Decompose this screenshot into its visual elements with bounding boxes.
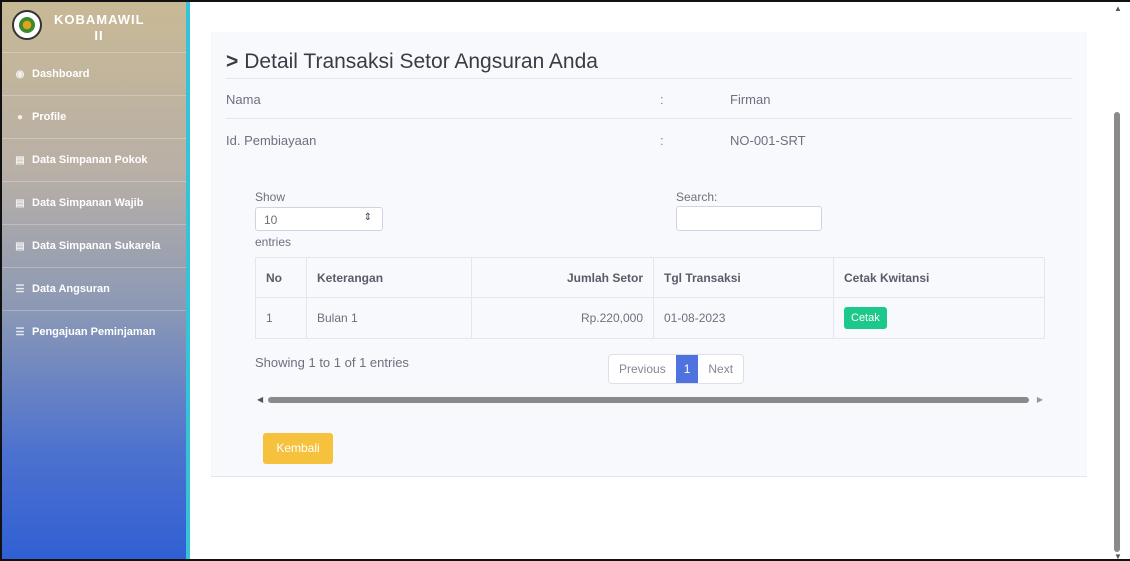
transactions-table: No Keterangan Jumlah Setor Tgl Transaksi… [255, 257, 1045, 339]
previous-page-button[interactable]: Previous [609, 355, 676, 383]
main-content: > Detail Transaksi Setor Angsuran Anda Na… [194, 2, 1108, 559]
scroll-left-icon[interactable]: ◀ [257, 395, 263, 404]
sidebar-item-angsuran[interactable]: ☰ Data Angsuran [2, 267, 186, 310]
sidebar-item-dashboard[interactable]: ◉ Dashboard [2, 52, 186, 95]
cell-jumlah-setor: Rp.220,000 [471, 297, 654, 339]
sidebar-item-simpanan-sukarela[interactable]: ▤ Data Simpanan Sukarela [2, 224, 186, 267]
vertical-scrollbar[interactable]: ▲ ▼ [1108, 2, 1130, 559]
detail-card: > Detail Transaksi Setor Angsuran Anda Na… [211, 32, 1087, 477]
show-label: Show [255, 190, 286, 204]
divider [226, 118, 1072, 119]
chevron-right-icon: > [226, 50, 239, 73]
column-header-no[interactable]: No [255, 257, 307, 298]
page-title-text: Detail Transaksi Setor Angsuran Anda [244, 50, 598, 73]
search-label: Search: [676, 190, 718, 204]
document-icon: ▤ [15, 154, 25, 166]
table-row: 1 Bulan 1 Rp.220,000 01-08-2023 Cetak [255, 297, 1045, 339]
sidebar-item-simpanan-wajib[interactable]: ▤ Data Simpanan Wajib [2, 181, 186, 224]
user-icon: ● [16, 111, 24, 123]
page-1-button[interactable]: 1 [675, 355, 699, 383]
brand[interactable]: KOBAMAWIL II [2, 2, 186, 52]
column-header-tgl-transaksi[interactable]: Tgl Transaksi [653, 257, 834, 298]
select-arrows-icon: ⇕ [363, 212, 372, 223]
cell-no: 1 [255, 297, 307, 339]
kembali-button[interactable]: Kembali [263, 433, 333, 464]
sidebar-item-label: Profile [32, 111, 67, 123]
app-window: KOBAMAWIL II ◉ Dashboard ● Profile ▤ Dat… [0, 0, 1130, 561]
scroll-right-icon[interactable]: ▶ [1037, 395, 1043, 404]
entries-per-page-value: 10 [264, 213, 278, 227]
search-input[interactable] [676, 206, 822, 231]
logo-icon [12, 10, 42, 40]
table-info: Showing 1 to 1 of 1 entries [255, 355, 409, 370]
divider [226, 78, 1072, 79]
sidebar-item-label: Data Simpanan Pokok [32, 154, 148, 166]
sidebar-item-simpanan-pokok[interactable]: ▤ Data Simpanan Pokok [2, 138, 186, 181]
list-icon: ☰ [15, 283, 25, 295]
horizontal-scrollbar[interactable]: ◀ ▶ [255, 395, 1045, 405]
column-header-keterangan[interactable]: Keterangan [306, 257, 472, 298]
column-header-cetak-kwitansi[interactable]: Cetak Kwitansi [833, 257, 1045, 298]
pagination: Previous 1 Next [608, 354, 745, 384]
cell-tgl-transaksi: 01-08-2023 [653, 297, 834, 339]
sidebar-item-profile[interactable]: ● Profile [2, 95, 186, 138]
scrollbar-thumb[interactable] [268, 397, 1029, 403]
sidebar-item-label: Data Simpanan Sukarela [32, 240, 161, 252]
cell-cetak-kwitansi: Cetak [833, 297, 1045, 339]
document-icon: ▤ [15, 197, 25, 209]
sidebar-item-label: Data Angsuran [32, 283, 110, 295]
page-title: > Detail Transaksi Setor Angsuran Anda [226, 50, 598, 74]
tachometer-icon: ◉ [15, 68, 25, 80]
scroll-down-icon[interactable]: ▼ [1114, 552, 1122, 559]
document-icon: ▤ [15, 240, 25, 252]
id-pembiayaan-colon: : [660, 133, 664, 148]
entries-per-page-select[interactable]: 10 ⇕ [255, 207, 383, 231]
sidebar-item-label: Pengajuan Peminjaman [32, 326, 156, 338]
column-header-jumlah-setor[interactable]: Jumlah Setor [471, 257, 654, 298]
cetak-button[interactable]: Cetak [844, 307, 887, 329]
sidebar: KOBAMAWIL II ◉ Dashboard ● Profile ▤ Dat… [2, 2, 190, 559]
sidebar-item-pengajuan-peminjaman[interactable]: ☰ Pengajuan Peminjaman [2, 310, 186, 353]
scroll-up-icon[interactable]: ▲ [1114, 4, 1122, 13]
cell-keterangan: Bulan 1 [306, 297, 472, 339]
nama-label: Nama [226, 92, 261, 107]
entries-label: entries [255, 235, 292, 249]
nama-colon: : [660, 92, 664, 107]
sidebar-item-label: Data Simpanan Wajib [32, 197, 144, 209]
next-page-button[interactable]: Next [698, 355, 743, 383]
id-pembiayaan-value: NO-001-SRT [730, 133, 806, 148]
nama-value: Firman [730, 92, 771, 107]
scrollbar-thumb[interactable] [1114, 112, 1120, 552]
id-pembiayaan-label: Id. Pembiayaan [226, 133, 317, 148]
sidebar-item-label: Dashboard [32, 68, 90, 80]
table-header-row: No Keterangan Jumlah Setor Tgl Transaksi… [255, 257, 1045, 298]
list-icon: ☰ [15, 326, 25, 338]
brand-name: KOBAMAWIL II [54, 12, 145, 43]
